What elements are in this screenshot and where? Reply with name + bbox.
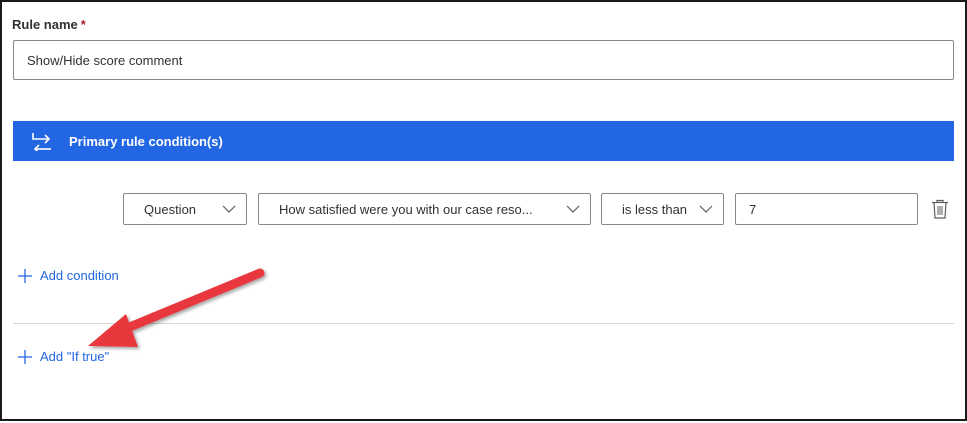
rule-name-value: Show/Hide score comment	[27, 52, 183, 68]
chevron-down-icon	[566, 205, 580, 213]
question-dropdown[interactable]: How satisfied were you with our case res…	[258, 193, 591, 225]
field-type-dropdown[interactable]: Question	[123, 193, 247, 225]
rule-name-label-text: Rule name	[12, 17, 78, 32]
plus-icon	[18, 268, 32, 283]
primary-condition-banner: Primary rule condition(s)	[13, 121, 954, 161]
chevron-down-icon	[699, 205, 713, 213]
question-value: How satisfied were you with our case res…	[279, 201, 533, 217]
operator-dropdown[interactable]: is less than	[601, 193, 724, 225]
trash-icon[interactable]	[931, 199, 949, 219]
add-if-true-button[interactable]: Add "If true"	[18, 349, 109, 364]
field-type-value: Question	[144, 201, 197, 217]
rule-name-input[interactable]: Show/Hide score comment	[13, 40, 954, 80]
swap-arrows-icon	[32, 133, 51, 151]
operator-value: is less than	[622, 201, 688, 217]
rule-editor-panel: Rule name * Show/Hide score comment Prima…	[0, 0, 967, 421]
banner-title: Primary rule condition(s)	[69, 133, 223, 149]
condition-value: 7	[749, 201, 757, 217]
add-if-true-label: Add "If true"	[40, 349, 110, 364]
required-mark: *	[80, 17, 86, 32]
condition-value-input[interactable]: 7	[735, 193, 918, 225]
add-condition-label: Add condition	[40, 268, 119, 283]
chevron-down-icon	[222, 205, 236, 213]
add-condition-button[interactable]: Add condition	[18, 268, 119, 283]
plus-icon	[18, 349, 32, 364]
section-divider	[13, 323, 954, 324]
rule-name-label: Rule name *	[12, 17, 86, 32]
